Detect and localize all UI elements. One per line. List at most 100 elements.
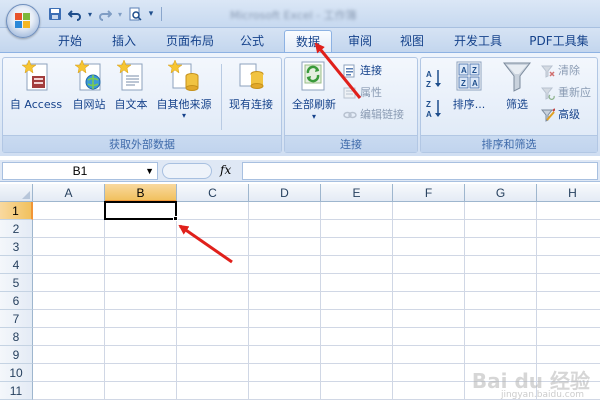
tab-view[interactable]: 视图 (392, 30, 432, 52)
row-header-2[interactable]: 2 (0, 220, 33, 238)
row-header-5[interactable]: 5 (0, 274, 33, 292)
column-header-b[interactable]: B (105, 184, 177, 202)
tab-data[interactable]: 数据 (284, 30, 332, 52)
formula-buttons-pill[interactable] (162, 163, 212, 179)
tab-home[interactable]: 开始 (50, 30, 90, 52)
undo-icon[interactable] (66, 5, 84, 23)
existing-connections-label: 现有连接 (229, 98, 273, 111)
redo-icon[interactable] (96, 5, 114, 23)
row-header-4[interactable]: 4 (0, 256, 33, 274)
group-get-external-data: 自 Access 自网站 自文本 自其他来源 ▾ 现有连接 获取外部数据 (2, 57, 282, 153)
svg-text:Z: Z (426, 100, 431, 109)
undo-dropdown-icon[interactable]: ▾ (86, 5, 94, 23)
office-button[interactable] (6, 4, 40, 38)
refresh-all-button[interactable]: 全部刷新 ▾ (287, 60, 341, 122)
redo-dropdown-icon[interactable]: ▾ (116, 5, 124, 23)
reapply-button[interactable]: 重新应 (540, 84, 591, 102)
column-gridline (104, 202, 105, 400)
column-header-f[interactable]: F (393, 184, 465, 202)
from-other-sources-button[interactable]: 自其他来源 ▾ (151, 59, 217, 120)
row-gridline (33, 345, 600, 346)
fill-handle[interactable] (173, 216, 178, 221)
column-header-d[interactable]: D (249, 184, 321, 202)
column-header-c[interactable]: C (177, 184, 249, 202)
tab-developer[interactable]: 开发工具 (446, 30, 510, 52)
column-header-h[interactable]: H (537, 184, 600, 202)
edit-links-icon (343, 108, 357, 122)
advanced-filter-label: 高级 (558, 108, 580, 121)
formula-input[interactable] (242, 162, 598, 180)
name-box[interactable]: B1 ▼ (2, 162, 158, 180)
select-all-corner[interactable] (0, 184, 33, 202)
print-preview-icon[interactable] (126, 5, 144, 23)
svg-text:Z: Z (461, 79, 466, 88)
column-header-e[interactable]: E (321, 184, 393, 202)
insert-function-icon[interactable]: fx (220, 163, 231, 177)
from-text-label: 自文本 (114, 98, 148, 111)
clear-filter-icon (540, 64, 555, 78)
existing-connections-icon (235, 60, 267, 94)
row-gridline (33, 291, 600, 292)
tab-pdf-tools[interactable]: PDF工具集 (524, 30, 594, 52)
row-header-3[interactable]: 3 (0, 238, 33, 256)
sort-button[interactable]: AZZA 排序... (449, 60, 489, 112)
svg-text:A: A (472, 79, 478, 88)
ribbon-tab-bar: 开始 插入 页面布局 公式 数据 审阅 视图 开发工具 PDF工具集 (0, 28, 600, 52)
filter-label: 筛选 (506, 98, 528, 111)
web-icon (73, 59, 105, 94)
connections-button[interactable]: 连接 (343, 62, 382, 80)
connections-icon (343, 64, 357, 78)
clear-button[interactable]: 清除 (540, 62, 580, 80)
refresh-all-icon (298, 60, 330, 94)
svg-text:Z: Z (472, 66, 477, 75)
group-label-external-data: 获取外部数据 (3, 135, 281, 152)
formula-controls: fx (160, 162, 240, 180)
sort-descending-button[interactable]: ZA (425, 98, 443, 120)
row-header-8[interactable]: 8 (0, 328, 33, 346)
row-header-11[interactable]: 11 (0, 382, 33, 400)
clear-label: 清除 (558, 64, 580, 77)
properties-icon (343, 86, 357, 100)
properties-label: 属性 (360, 86, 382, 99)
edit-links-button[interactable]: 编辑链接 (343, 106, 404, 124)
svg-text:A: A (426, 70, 432, 79)
sort-label: 排序... (452, 98, 486, 111)
sort-za-icon: ZA (425, 98, 443, 120)
row-gridline (33, 327, 600, 328)
tab-formulas[interactable]: 公式 (232, 30, 272, 52)
save-icon[interactable] (46, 5, 64, 23)
name-box-value: B1 (72, 164, 88, 178)
row-gridline (33, 273, 600, 274)
refresh-dropdown-icon: ▾ (311, 112, 316, 121)
from-text-button[interactable]: 自文本 (111, 59, 151, 112)
row-header-9[interactable]: 9 (0, 346, 33, 364)
toolbar-separator (161, 7, 162, 21)
tab-review[interactable]: 审阅 (340, 30, 380, 52)
column-gridline (320, 202, 321, 400)
group-connections: 全部刷新 ▾ 连接 属性 编辑链接 连接 (284, 57, 418, 153)
column-header-g[interactable]: G (465, 184, 537, 202)
selected-cell[interactable] (104, 201, 177, 220)
row-gridline (33, 309, 600, 310)
row-header-6[interactable]: 6 (0, 292, 33, 310)
column-header-a[interactable]: A (33, 184, 105, 202)
properties-button[interactable]: 属性 (343, 84, 382, 102)
access-icon (20, 59, 52, 94)
from-web-button[interactable]: 自网站 (67, 59, 111, 112)
sort-ascending-button[interactable]: AZ (425, 70, 443, 89)
row-header-7[interactable]: 7 (0, 310, 33, 328)
advanced-filter-button[interactable]: 高级 (540, 106, 580, 124)
row-header-10[interactable]: 10 (0, 364, 33, 382)
column-gridline (392, 202, 393, 400)
tab-page-layout[interactable]: 页面布局 (158, 30, 222, 52)
column-gridline (464, 202, 465, 400)
customize-toolbar-icon[interactable]: ▾ (146, 5, 156, 23)
tab-insert[interactable]: 插入 (104, 30, 144, 52)
filter-funnel-icon (501, 60, 533, 94)
watermark-url: jingyan.baidu.com (500, 390, 584, 400)
existing-connections-button[interactable]: 现有连接 (223, 60, 279, 112)
name-box-dropdown-icon[interactable]: ▼ (145, 163, 154, 179)
from-access-button[interactable]: 自 Access (7, 59, 65, 112)
filter-button[interactable]: 筛选 (497, 60, 537, 112)
row-header-1[interactable]: 1 (0, 202, 33, 220)
